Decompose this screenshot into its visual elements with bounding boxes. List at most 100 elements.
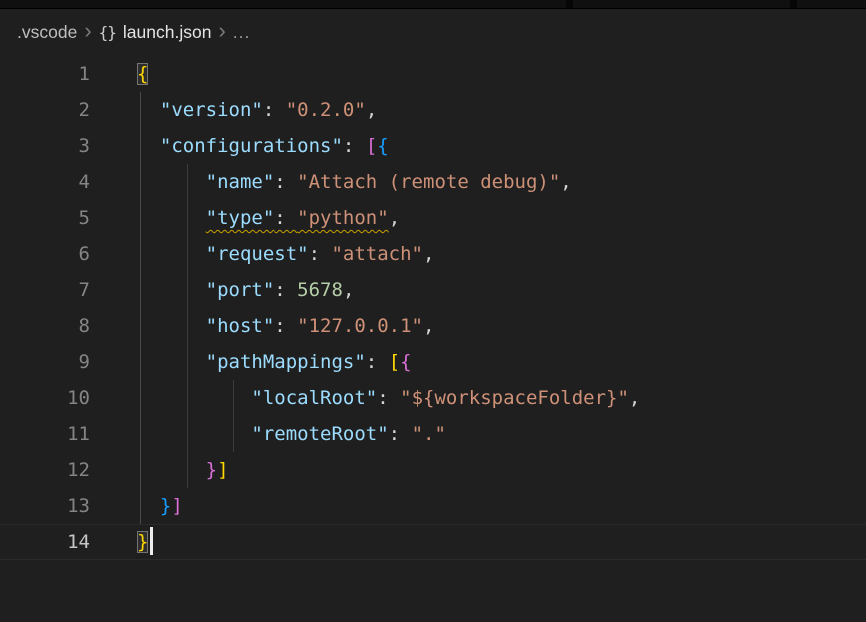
code-token: ] (217, 459, 228, 481)
warning-squiggle: "type": "python" (206, 207, 389, 229)
code-token: : (377, 387, 400, 409)
line-number[interactable]: 14 (0, 524, 90, 560)
code-line[interactable]: 10 "localRoot": "${workspaceFolder}", (0, 380, 866, 416)
line-number[interactable]: 1 (0, 56, 90, 92)
line-number[interactable]: 10 (0, 380, 90, 416)
code-token: , (423, 315, 434, 337)
code-line[interactable]: 9 "pathMappings": [{ (0, 344, 866, 380)
code-line[interactable]: 13 }] (0, 488, 866, 524)
code-line[interactable]: 14} (0, 524, 866, 560)
code-token (137, 243, 206, 265)
code-token: : (309, 243, 332, 265)
code-token: "host" (206, 315, 275, 337)
code-token: : (274, 279, 297, 301)
code-token: , (366, 99, 377, 121)
code-line[interactable]: 8 "host": "127.0.0.1", (0, 308, 866, 344)
code-text: "configurations": [{ (90, 128, 389, 164)
json-file-icon: {} (99, 23, 116, 42)
code-editor[interactable]: 1{2 "version": "0.2.0",3 "configurations… (0, 56, 866, 622)
line-number[interactable]: 4 (0, 164, 90, 200)
code-token: [ (389, 351, 400, 373)
code-token: "0.2.0" (286, 99, 366, 121)
code-line[interactable]: 11 "remoteRoot": "." (0, 416, 866, 452)
code-lines: 1{2 "version": "0.2.0",3 "configurations… (0, 56, 866, 560)
tab-bar[interactable] (0, 0, 866, 9)
code-token (137, 495, 160, 517)
tab-separator (790, 0, 797, 8)
code-line[interactable]: 5 "type": "python", (0, 200, 866, 236)
line-number[interactable]: 11 (0, 416, 90, 452)
line-number[interactable]: 9 (0, 344, 90, 380)
line-number[interactable]: 6 (0, 236, 90, 272)
code-line[interactable]: 6 "request": "attach", (0, 236, 866, 272)
line-number[interactable]: 5 (0, 200, 90, 236)
code-token: "name" (206, 171, 275, 193)
breadcrumb-folder[interactable]: .vscode (17, 22, 77, 43)
code-token: "configurations" (160, 135, 343, 157)
breadcrumb-symbol-path[interactable]: ... (233, 22, 251, 43)
code-line[interactable]: 3 "configurations": [{ (0, 128, 866, 164)
code-line[interactable]: 1{ (0, 56, 866, 92)
code-token (137, 423, 251, 445)
code-text: "remoteRoot": "." (90, 416, 446, 452)
code-token: : (263, 99, 286, 121)
code-token: { (400, 351, 411, 373)
code-line[interactable]: 2 "version": "0.2.0", (0, 92, 866, 128)
code-token: "request" (206, 243, 309, 265)
line-number[interactable]: 7 (0, 272, 90, 308)
code-token (137, 279, 206, 301)
code-token: "Attach (remote debug)" (297, 171, 560, 193)
code-text: { (90, 56, 148, 92)
line-number[interactable]: 2 (0, 92, 90, 128)
code-token (137, 315, 206, 337)
code-token: : (389, 423, 412, 445)
code-token: "127.0.0.1" (297, 315, 423, 337)
code-token: : (274, 207, 297, 229)
code-token: , (389, 207, 400, 229)
code-line[interactable]: 4 "name": "Attach (remote debug)", (0, 164, 866, 200)
code-token: "version" (160, 99, 263, 121)
code-token (137, 135, 160, 157)
code-text: "name": "Attach (remote debug)", (90, 164, 572, 200)
breadcrumb: .vscode › {} launch.json › ... (0, 10, 866, 55)
line-number[interactable]: 12 (0, 452, 90, 488)
matched-bracket: { (137, 63, 148, 85)
code-text: "port": 5678, (90, 272, 354, 308)
code-text: }] (90, 452, 229, 488)
code-token: 5678 (297, 279, 343, 301)
code-token: : (274, 315, 297, 337)
code-token: , (343, 279, 354, 301)
breadcrumb-file[interactable]: launch.json (123, 22, 212, 43)
code-token: [ (366, 135, 377, 157)
code-token: "port" (206, 279, 275, 301)
code-token: } (160, 495, 171, 517)
line-number[interactable]: 13 (0, 488, 90, 524)
line-number[interactable]: 3 (0, 128, 90, 164)
code-token: : (343, 135, 366, 157)
code-line[interactable]: 12 }] (0, 452, 866, 488)
code-token: "localRoot" (251, 387, 377, 409)
code-token (137, 207, 206, 229)
code-token (137, 171, 206, 193)
code-text: "version": "0.2.0", (90, 92, 377, 128)
code-text: "type": "python", (90, 200, 400, 236)
code-token (137, 99, 160, 121)
vscode-window: .vscode › {} launch.json › ... 1{2 "vers… (0, 0, 866, 622)
code-line[interactable]: 7 "port": 5678, (0, 272, 866, 308)
code-text: } (90, 524, 153, 560)
code-token: : (274, 171, 297, 193)
code-token: "${workspaceFolder}" (400, 387, 629, 409)
code-text: }] (90, 488, 183, 524)
line-number[interactable]: 8 (0, 308, 90, 344)
code-token: { (377, 135, 388, 157)
code-token: , (560, 171, 571, 193)
tab-separator (566, 0, 573, 8)
text-cursor (150, 527, 153, 555)
code-token: "pathMappings" (206, 351, 366, 373)
code-text: "host": "127.0.0.1", (90, 308, 434, 344)
code-token: "attach" (331, 243, 423, 265)
matched-bracket: } (137, 531, 148, 553)
code-token (137, 459, 206, 481)
code-token: ] (171, 495, 182, 517)
chevron-right-icon: › (84, 20, 91, 42)
